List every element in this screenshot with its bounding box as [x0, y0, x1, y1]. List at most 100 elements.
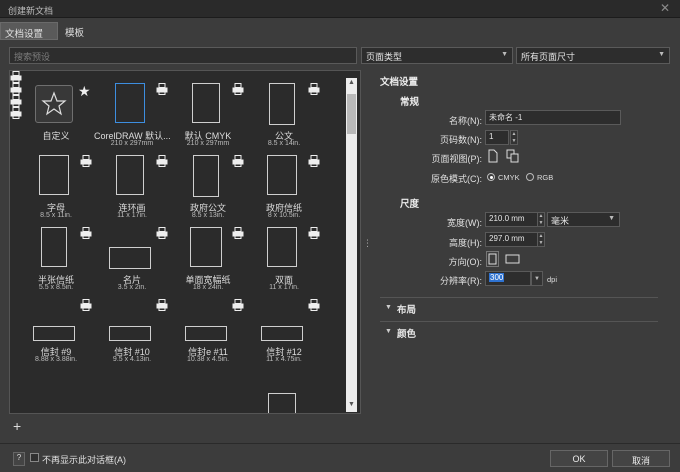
splitter-handle[interactable]: ⋮ — [363, 238, 372, 249]
printer-icon — [308, 299, 320, 311]
resolution-input[interactable]: 300 — [485, 271, 531, 286]
color-section[interactable]: ▼ 颜色 — [380, 321, 658, 345]
page-type-select[interactable]: 页面类型 ▼ — [361, 47, 513, 64]
page-thumbnail — [269, 83, 295, 125]
preset-size: 8.5 x 11in. — [40, 212, 72, 219]
help-button[interactable]: ? — [13, 452, 25, 466]
add-preset-icon[interactable]: + — [13, 418, 21, 434]
page-thumbnail — [267, 155, 297, 195]
portrait-icon[interactable] — [486, 251, 499, 267]
page-view-label: 页面视图(P): — [431, 154, 483, 164]
settings-title: 文档设置 — [380, 77, 419, 88]
preset-tile[interactable]: 政府公文 8.5 x 13in. — [170, 151, 246, 223]
gallery-scrollbar[interactable]: ▲ ▼ — [346, 78, 357, 412]
preset-tile[interactable]: ★ 自定义 — [18, 79, 94, 151]
dont-show-label: 不再显示此对话框(A) — [42, 455, 126, 465]
printer-icon — [80, 227, 92, 239]
page-size-value: 所有页面尺寸 — [521, 52, 576, 62]
search-input[interactable]: 搜索预设 — [9, 47, 357, 64]
dimensions-section-title: 尺度 — [400, 199, 420, 210]
layout-section[interactable]: ▼ 布局 — [380, 297, 658, 321]
preset-size: 5.5 x 8.5in. — [38, 284, 74, 291]
width-stepper[interactable]: ▲ ▼ — [537, 212, 545, 227]
preset-tile[interactable]: 默认 CMYK 210 x 297mm — [170, 79, 246, 151]
document-name-input[interactable]: 未命名 -1 — [485, 110, 621, 125]
preset-size: 3.5 x 2in. — [117, 284, 147, 291]
color-mode-label: 原色模式(C): — [431, 174, 482, 184]
preset-size: 11 x 17in. — [117, 212, 147, 219]
page-thumbnail — [33, 326, 75, 341]
page-count-input[interactable]: 1 — [485, 130, 509, 145]
pages-label: 页码数(N): — [440, 135, 482, 145]
preset-size: 8.88 x 3.88in. — [34, 356, 78, 363]
filter-bar: 搜索预设 页面类型 ▼ 所有页面尺寸 ▼ — [9, 47, 670, 64]
preset-size: 11 x 4.75in. — [266, 356, 302, 363]
tab-document-settings[interactable]: 文档设置 — [0, 22, 58, 40]
printer-icon — [10, 95, 22, 107]
dont-show-checkbox[interactable] — [30, 453, 39, 462]
preset-tile[interactable]: 连环画 11 x 17in. — [94, 151, 170, 223]
preset-tile[interactable]: 信封e #11 10.38 x 4.5in. — [170, 295, 246, 367]
printer-icon — [10, 83, 22, 95]
page-thumbnail — [109, 247, 151, 269]
printer-icon — [156, 299, 168, 311]
preset-size: 10.38 x 4.5in. — [186, 356, 230, 363]
multi-page-icon[interactable] — [506, 149, 519, 163]
width-input[interactable]: 210.0 mm — [485, 212, 541, 227]
cmyk-radio[interactable] — [487, 173, 495, 181]
general-section-title: 常规 — [400, 97, 420, 108]
height-stepper[interactable]: ▲ ▼ — [537, 232, 545, 247]
favorite-star-icon[interactable]: ★ — [78, 83, 91, 100]
page-count-stepper[interactable]: ▲ ▼ — [510, 130, 518, 145]
printer-icon — [80, 155, 92, 167]
preset-tile[interactable]: 公文 8.5 x 14in. — [246, 79, 322, 151]
tab-templates[interactable]: 模板 — [61, 22, 91, 40]
caret-down-icon: ▼ — [385, 328, 392, 335]
preset-tile[interactable]: 信封 #12 11 x 4.75in. — [246, 295, 322, 367]
rgb-label: RGB — [537, 173, 554, 182]
printer-icon — [156, 83, 168, 95]
preset-tile[interactable]: CorelDRAW 默认... 210 x 297mm — [94, 79, 171, 151]
preset-tile[interactable]: 半张信纸 5.5 x 8.5in. — [18, 223, 94, 295]
star-outline-icon — [41, 91, 67, 116]
single-page-icon[interactable] — [487, 149, 499, 163]
next-row-partial — [10, 71, 296, 413]
preset-tile[interactable]: 政府信纸 8 x 10.5in. — [246, 151, 322, 223]
chevron-down-icon[interactable]: ▼ — [531, 271, 543, 286]
preset-tile[interactable]: 名片 3.5 x 2in. — [94, 223, 170, 295]
height-label: 高度(H): — [449, 238, 482, 248]
page-thumbnail — [193, 155, 219, 197]
printer-icon — [80, 299, 92, 311]
scroll-down-icon[interactable]: ▼ — [346, 401, 357, 411]
preset-size: 11 x 17in. — [269, 284, 299, 291]
close-icon[interactable]: ✕ — [660, 1, 670, 15]
scroll-up-icon[interactable]: ▲ — [346, 79, 357, 89]
preset-size: 8 x 10.5in. — [267, 212, 301, 219]
ok-button[interactable]: OK — [550, 450, 608, 467]
preset-tile[interactable]: 双面 11 x 17in. — [246, 223, 322, 295]
page-size-select[interactable]: 所有页面尺寸 ▼ — [516, 47, 670, 64]
printer-icon — [232, 83, 244, 95]
height-input[interactable]: 297.0 mm — [485, 232, 541, 247]
page-thumbnail — [267, 227, 297, 267]
width-label: 宽度(W): — [447, 218, 482, 228]
rgb-radio[interactable] — [526, 173, 534, 181]
preset-tile[interactable]: 字母 8.5 x 11in. — [18, 151, 94, 223]
unit-select[interactable]: 毫米 ▼ — [547, 212, 620, 227]
printer-icon — [156, 155, 168, 167]
dialog-footer: ? 不再显示此对话框(A) OK 取消 — [0, 443, 680, 472]
scroll-thumb[interactable] — [347, 94, 356, 134]
printer-icon — [156, 227, 168, 239]
printer-icon — [10, 107, 22, 119]
cancel-button[interactable]: 取消 — [612, 450, 670, 467]
preset-tile[interactable]: 单面宽幅纸 18 x 24in. — [170, 223, 246, 295]
landscape-icon[interactable] — [505, 253, 521, 267]
layout-section-label: 布局 — [397, 305, 417, 316]
preset-tile[interactable]: 信封 #9 8.88 x 3.88in. — [18, 295, 94, 367]
preset-size: 18 x 24in. — [192, 284, 224, 291]
resolution-label: 分辨率(R): — [440, 276, 482, 286]
preset-tile[interactable]: 信封 #10 9.5 x 4.13in. — [94, 295, 170, 367]
page-thumbnail — [39, 155, 69, 195]
printer-icon — [308, 227, 320, 239]
chevron-down-icon: ▼ — [658, 51, 665, 58]
